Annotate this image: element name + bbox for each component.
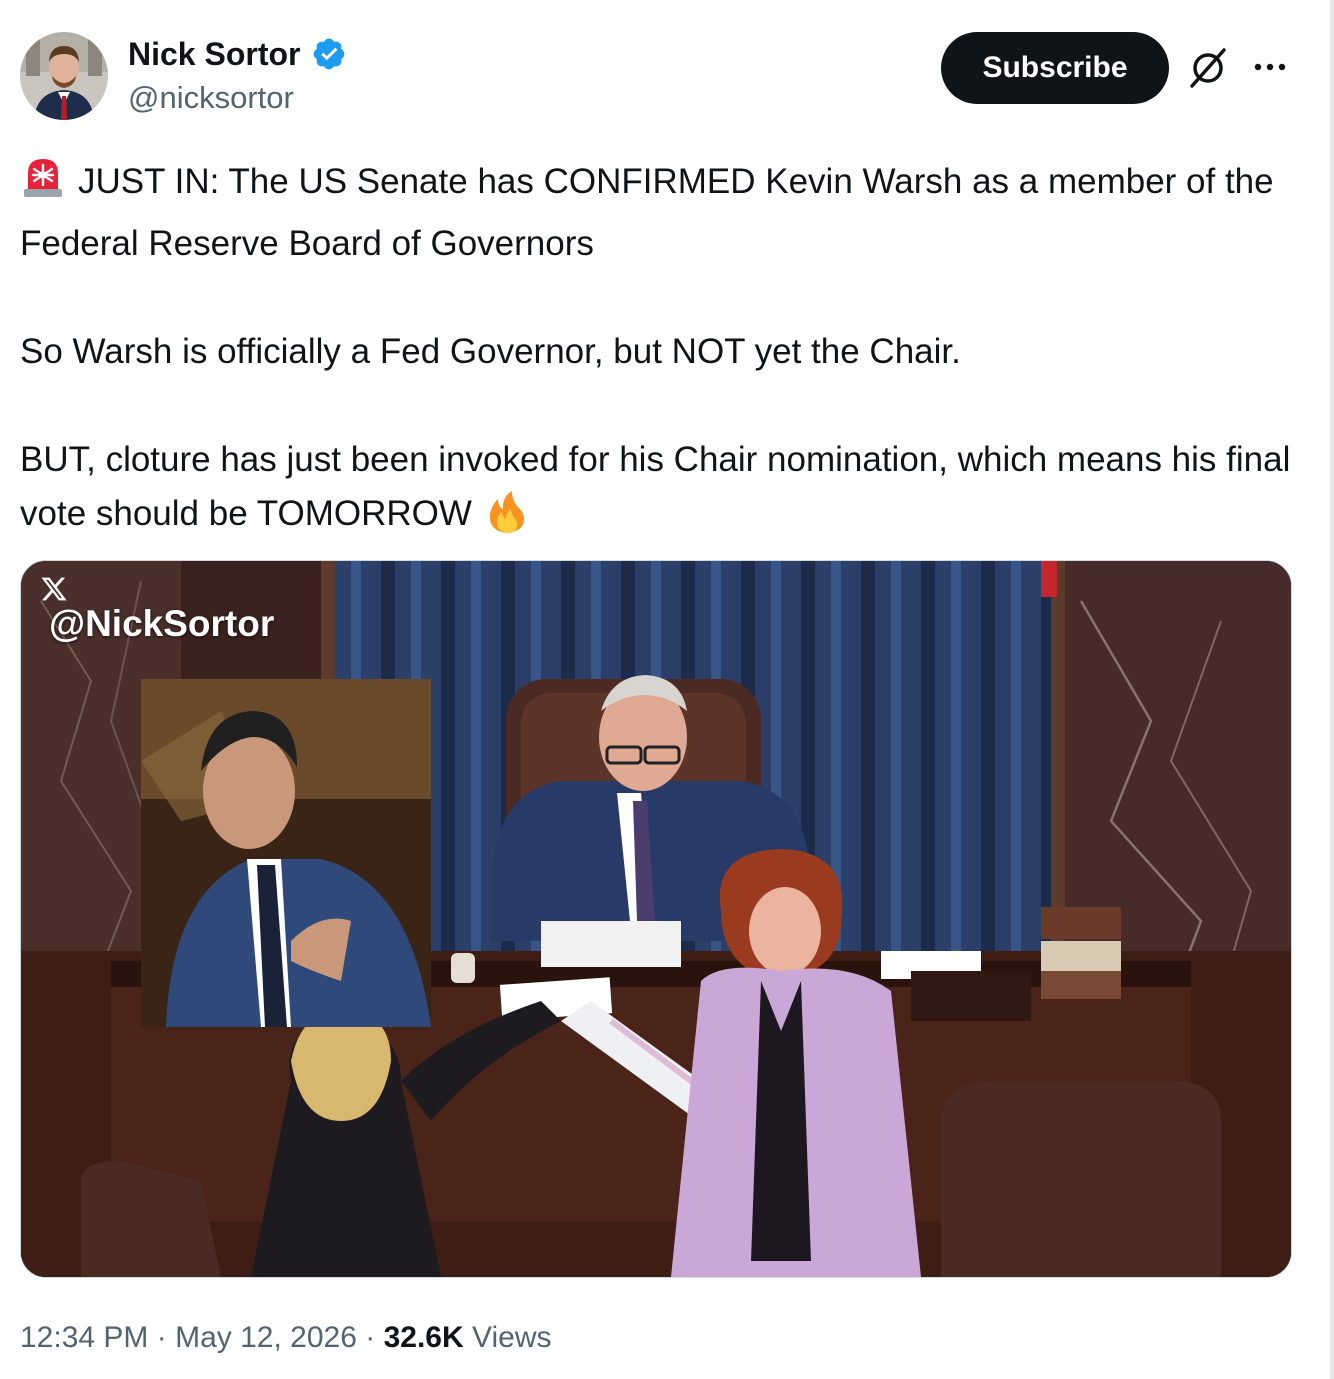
display-name[interactable]: Nick Sortor <box>128 34 300 74</box>
handle[interactable]: @nicksortor <box>128 78 347 118</box>
tweet-time[interactable]: 12:34 PM <box>20 1321 148 1354</box>
media-video[interactable]: @NickSortor <box>20 560 1292 1278</box>
rotating-light-icon <box>20 155 66 217</box>
media-watermark: @NickSortor <box>39 575 274 645</box>
tweet-paragraph: JUST IN: The US Senate has CONFIRMED Kev… <box>20 155 1310 271</box>
verified-badge-icon[interactable] <box>311 36 347 72</box>
tweet-header: Nick Sortor @nicksortor Subscribe <box>20 32 1320 124</box>
grok-icon[interactable] <box>1186 46 1230 90</box>
tweet-meta: 12:34 PM · May 12, 2026 · 32.6K Views <box>20 1316 551 1360</box>
tweet-paragraph: BUT, cloture has just been invoked for h… <box>20 433 1310 551</box>
avatar[interactable] <box>20 32 108 120</box>
right-border <box>1330 0 1334 1379</box>
more-icon[interactable] <box>1252 52 1288 82</box>
subscribe-button[interactable]: Subscribe <box>941 32 1169 104</box>
meta-separator: · <box>365 1321 376 1354</box>
tweet-date[interactable]: May 12, 2026 <box>175 1321 357 1354</box>
x-logo-icon <box>39 575 274 603</box>
tweet-text: JUST IN: The US Senate has CONFIRMED Kev… <box>20 155 1310 551</box>
tweet-paragraph-1: JUST IN: The US Senate has CONFIRMED Kev… <box>20 162 1274 263</box>
fire-icon <box>484 489 530 551</box>
watermark-text: @NickSortor <box>49 603 275 644</box>
tweet-paragraph-2: So Warsh is officially a Fed Governor, b… <box>20 332 961 371</box>
tweet-paragraph-3: BUT, cloture has just been invoked for h… <box>20 440 1291 533</box>
author-info: Nick Sortor @nicksortor <box>128 34 347 118</box>
meta-separator: · <box>156 1321 167 1354</box>
views-label: Views <box>472 1321 552 1354</box>
views-count[interactable]: 32.6K <box>384 1321 464 1354</box>
